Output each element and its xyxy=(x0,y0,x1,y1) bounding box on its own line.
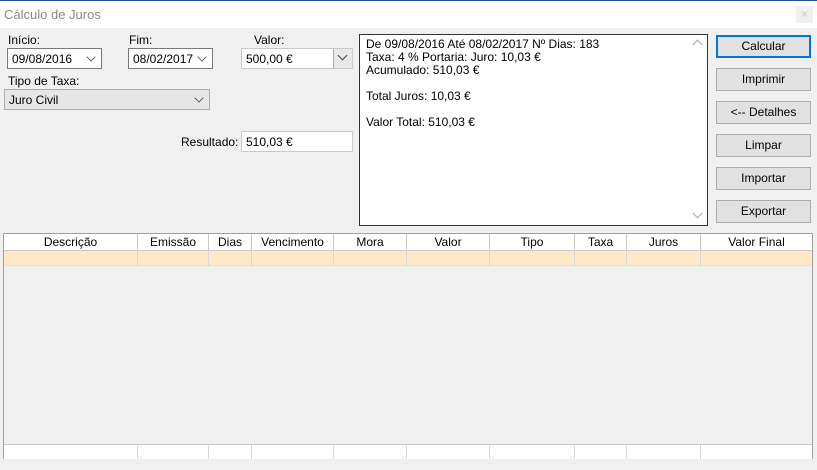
valor-input[interactable]: 500,00 € xyxy=(241,48,353,69)
chevron-down-icon xyxy=(337,50,348,61)
column-header-vencimento[interactable]: Vencimento xyxy=(252,234,334,251)
tipo-taxa-select[interactable]: Juro Civil xyxy=(4,89,210,110)
column-header-emissao[interactable]: Emissão xyxy=(138,234,209,251)
importar-button[interactable]: Importar xyxy=(716,167,811,190)
valor-label: Valor: xyxy=(254,33,285,47)
tipo-taxa-label: Tipo de Taxa: xyxy=(8,74,80,88)
table-cell[interactable] xyxy=(138,251,209,266)
results-table[interactable]: Descrição Emissão Dias Vencimento Mora V… xyxy=(3,233,813,459)
close-icon[interactable]: × xyxy=(796,6,813,23)
footer-cell xyxy=(627,445,701,459)
column-header-taxa[interactable]: Taxa xyxy=(575,234,627,251)
column-header-valor-final[interactable]: Valor Final xyxy=(701,234,812,251)
valor-dropdown-button[interactable] xyxy=(333,49,352,68)
column-header-mora[interactable]: Mora xyxy=(334,234,407,251)
footer-cell xyxy=(209,445,252,459)
footer-cell xyxy=(4,445,138,459)
details-line: Total Juros: 10,03 € xyxy=(366,89,471,103)
table-cell[interactable] xyxy=(252,251,334,266)
inicio-date-picker[interactable]: 09/08/2016 xyxy=(7,48,102,69)
limpar-button[interactable]: Limpar xyxy=(716,134,811,157)
scroll-up-icon[interactable] xyxy=(692,39,703,50)
table-cell[interactable] xyxy=(490,251,575,266)
column-header-valor[interactable]: Valor xyxy=(407,234,490,251)
resultado-field[interactable]: 510,03 € xyxy=(241,131,353,152)
column-header-tipo[interactable]: Tipo xyxy=(490,234,575,251)
table-cell[interactable] xyxy=(627,251,701,266)
table-cell[interactable] xyxy=(575,251,627,266)
table-row[interactable] xyxy=(4,251,812,266)
chevron-down-icon xyxy=(86,52,96,62)
table-cell[interactable] xyxy=(209,251,252,266)
calcular-button[interactable]: Calcular xyxy=(716,35,811,58)
inicio-label: Início: xyxy=(8,33,41,47)
chevron-down-icon xyxy=(194,93,204,103)
chevron-down-icon xyxy=(197,52,207,62)
column-header-descricao[interactable]: Descrição xyxy=(4,234,138,251)
column-header-juros[interactable]: Juros xyxy=(627,234,701,251)
fim-date-picker[interactable]: 08/02/2017 xyxy=(128,48,213,69)
details-line: Valor Total: 510,03 € xyxy=(366,115,475,129)
footer-cell xyxy=(138,445,209,459)
footer-cell xyxy=(252,445,334,459)
tipo-taxa-value: Juro Civil xyxy=(9,93,59,107)
table-cell[interactable] xyxy=(4,251,138,266)
table-footer-row xyxy=(4,444,812,459)
valor-value: 500,00 € xyxy=(246,52,293,66)
footer-cell xyxy=(407,445,490,459)
fim-label: Fim: xyxy=(129,33,153,47)
column-header-dias[interactable]: Dias xyxy=(209,234,252,251)
detalhes-button[interactable]: <-- Detalhes xyxy=(716,101,811,124)
imprimir-button[interactable]: Imprimir xyxy=(716,68,811,91)
footer-cell xyxy=(490,445,575,459)
table-cell[interactable] xyxy=(701,251,812,266)
footer-cell xyxy=(575,445,627,459)
table-header: Descrição Emissão Dias Vencimento Mora V… xyxy=(4,234,812,251)
table-cell[interactable] xyxy=(407,251,490,266)
resultado-value: 510,03 € xyxy=(246,135,293,149)
footer-cell xyxy=(701,445,812,459)
details-line: Acumulado: 510,03 € xyxy=(366,63,480,77)
footer-cell xyxy=(334,445,407,459)
scroll-down-icon[interactable] xyxy=(692,208,703,219)
window-title: Cálculo de Juros xyxy=(4,7,101,22)
details-textbox[interactable]: De 09/08/2016 Até 08/02/2017 Nº Dias: 18… xyxy=(359,34,708,226)
resultado-label: Resultado: xyxy=(181,135,239,149)
inicio-value: 09/08/2016 xyxy=(12,52,73,66)
fim-value: 08/02/2017 xyxy=(133,52,194,66)
title-bar: Cálculo de Juros × xyxy=(0,0,817,28)
table-cell[interactable] xyxy=(334,251,407,266)
exportar-button[interactable]: Exportar xyxy=(716,200,811,223)
